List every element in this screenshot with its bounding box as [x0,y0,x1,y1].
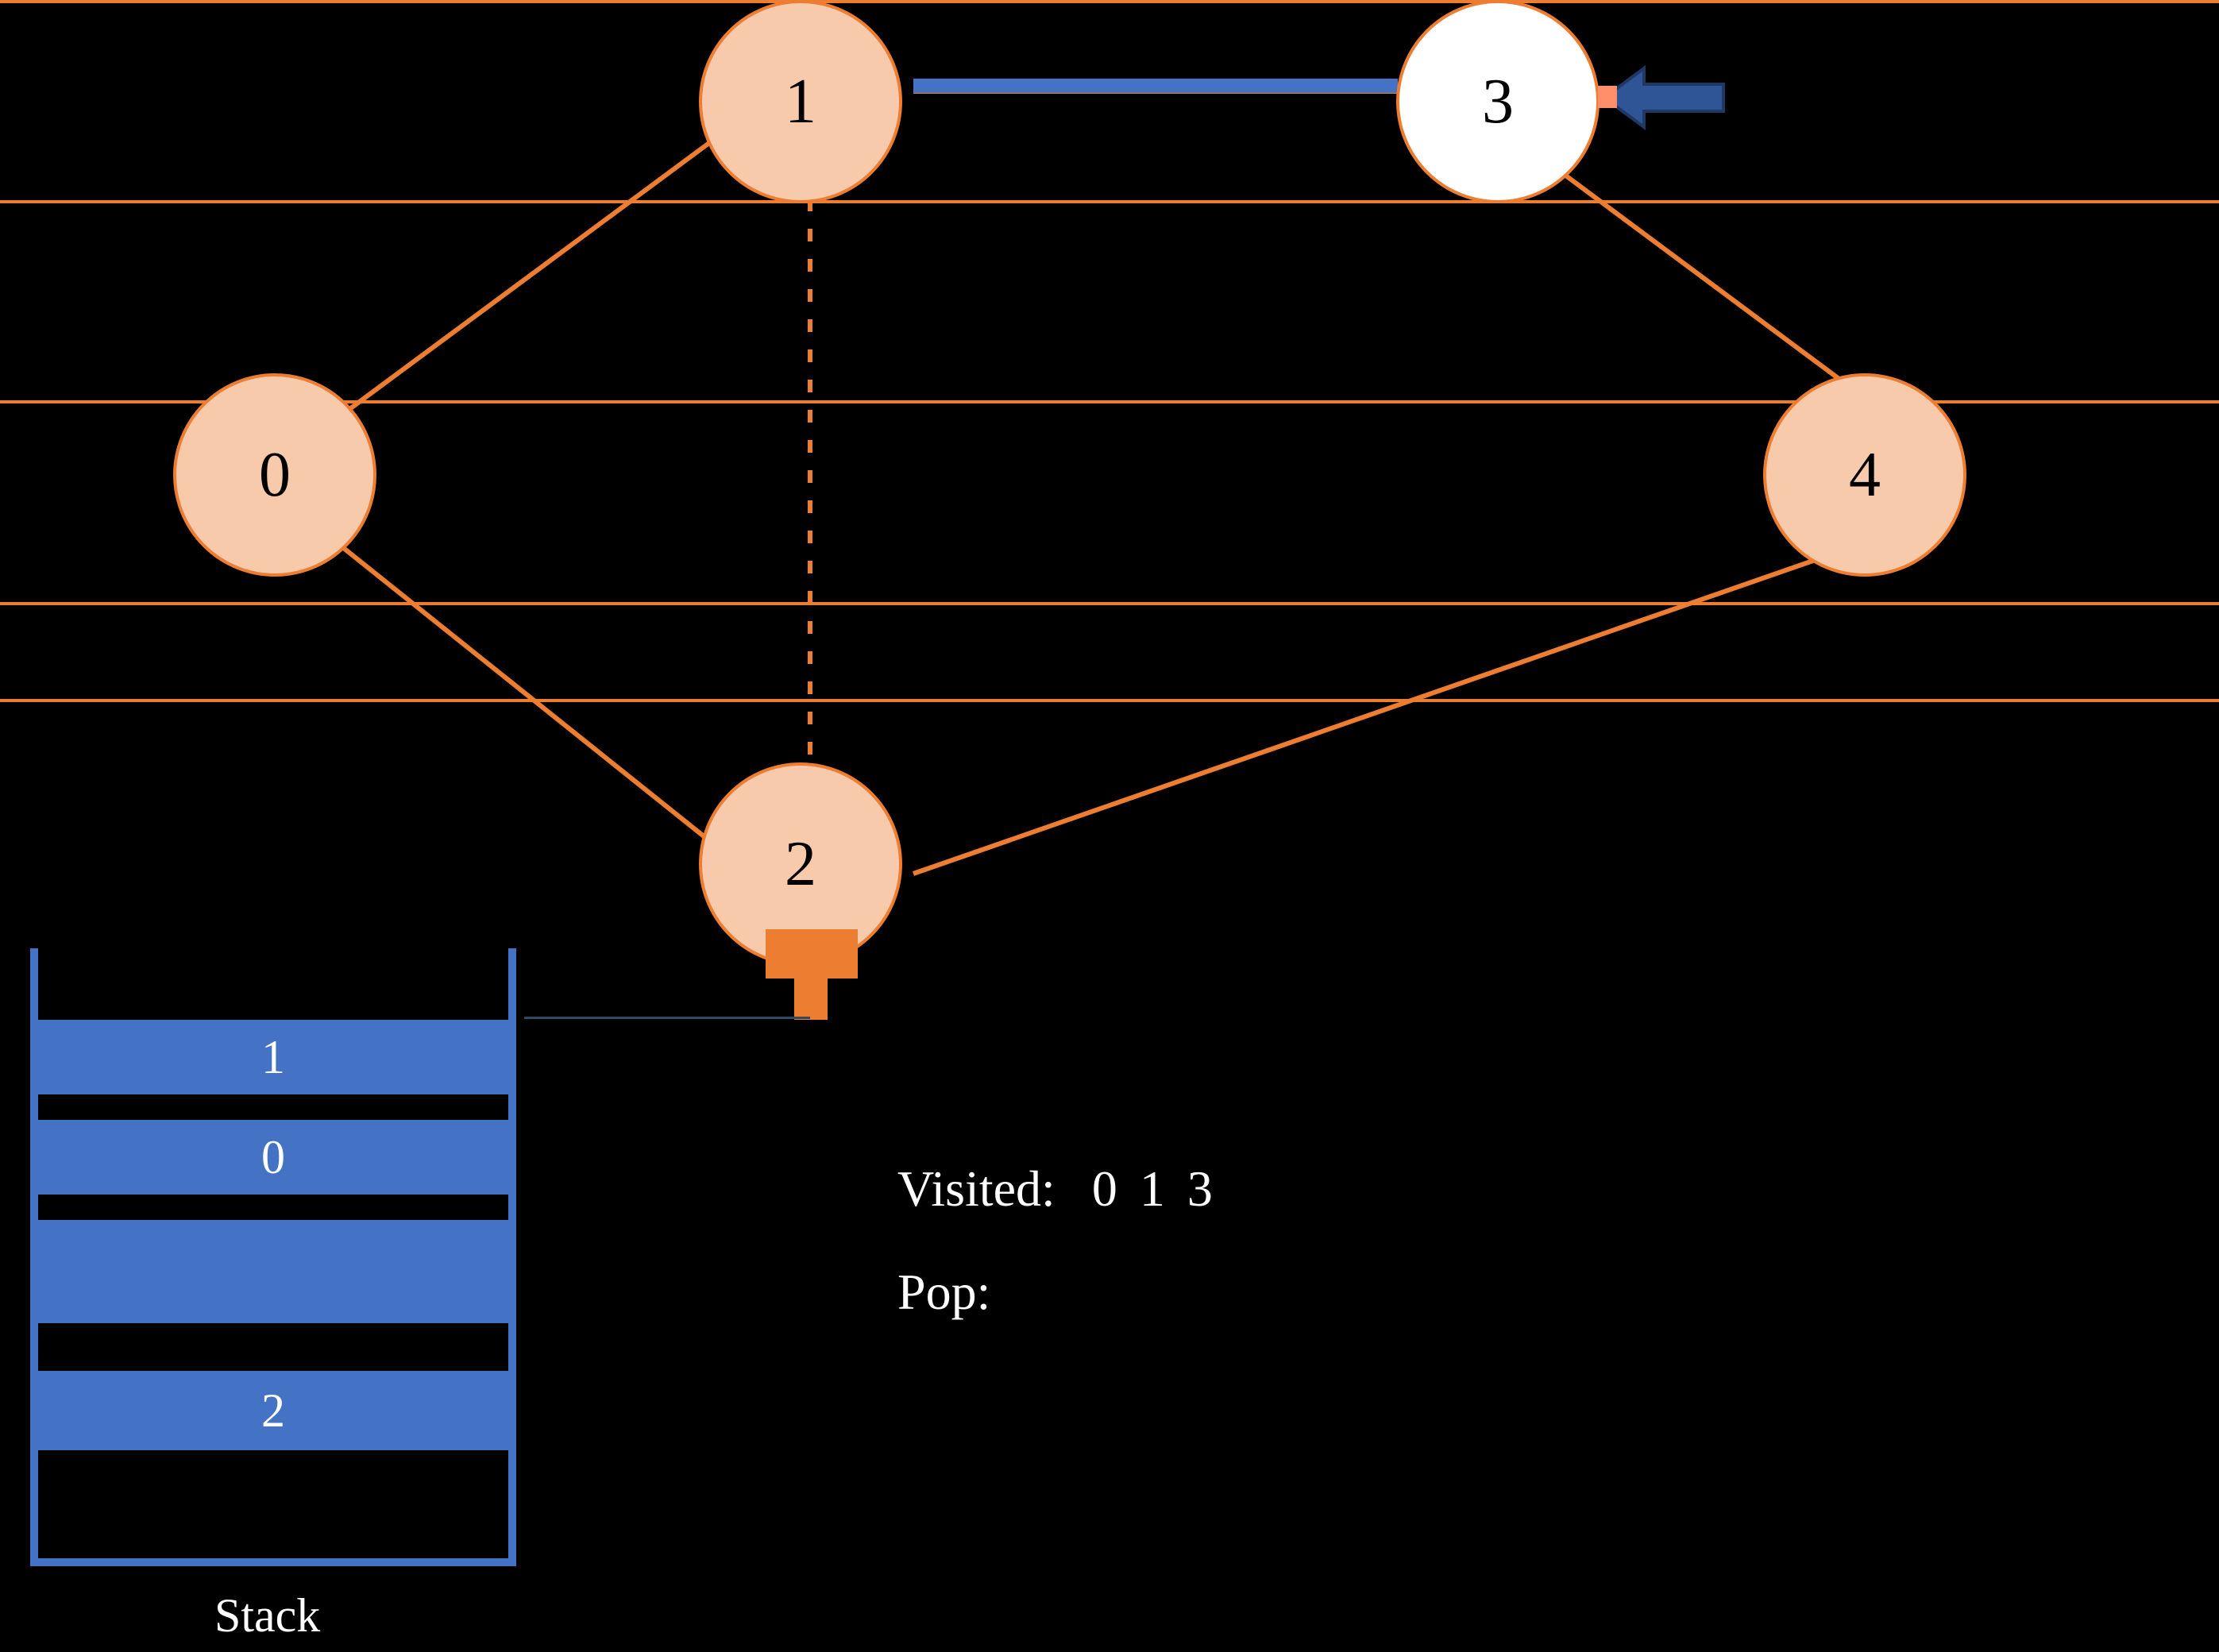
graph-node-0: 0 [173,373,376,577]
edge-3-4 [1565,175,1874,405]
visited-order: 0 1 3 [1092,1160,1218,1217]
pop-label-text: Pop: [897,1264,990,1320]
node-label: 0 [259,443,291,507]
stack-separator [38,1323,508,1371]
stack-row-value: 1 [261,1030,285,1085]
stack-separator [38,1195,508,1220]
pointer-arrow-icon [1604,62,1731,133]
graph-node-3: 3 [1396,0,1600,203]
stack-connector [524,1017,810,1019]
edge-0-2 [334,540,731,858]
stack-row-value: 2 [261,1384,285,1438]
graph-node-4: 4 [1763,373,1966,577]
visited-label-text: Visited: [897,1160,1055,1217]
node-label: 3 [1482,70,1514,133]
stack-row: 0 [38,1120,508,1195]
node-2-stub-tail [794,978,828,1020]
pop-label: Pop: [897,1263,1014,1322]
stack-row-value: 0 [261,1130,285,1185]
diagram-stage: 0 1 2 3 4 1 0 2 Stack Visited: 0 1 3 Pop… [0,0,2219,1652]
edge-0-1 [334,127,731,421]
stack-row: 2 [38,1371,508,1450]
stack-separator [38,1094,508,1120]
node-label: 2 [785,832,816,896]
edge-2-4 [913,556,1827,874]
visited-label: Visited: 0 1 3 [897,1160,1218,1218]
node-2-stub [766,929,858,978]
graph-node-1: 1 [699,0,902,203]
node-label: 4 [1849,443,1881,507]
node-3-nub [1598,86,1617,108]
stack-row: 1 [38,1020,508,1094]
node-label: 1 [785,70,816,133]
stack-row [38,1220,508,1323]
stack-container: 1 0 2 [30,948,516,1566]
stack-label: Stack [214,1588,320,1643]
